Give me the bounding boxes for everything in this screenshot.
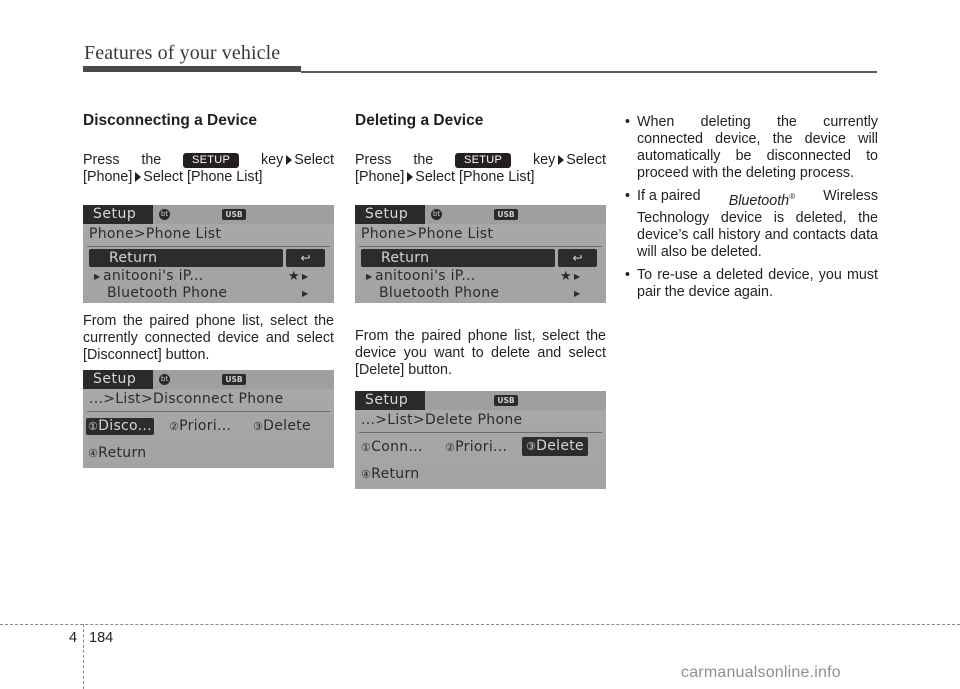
disconnect-title: Disconnecting a Device: [83, 112, 258, 129]
delete-phone-screen: Setup USB ...>List>Delete Phone ①Conn...…: [355, 391, 606, 489]
phone-step: [Phone]: [355, 169, 405, 185]
star-icon: ★: [560, 269, 572, 284]
delete-steps: Press the SETUP key Select [Phone] Select …: [355, 152, 606, 186]
usb-icon: USB: [494, 395, 518, 406]
usb-icon: USB: [222, 374, 246, 385]
select-word: Select: [566, 152, 606, 168]
page-header-title: Features of your vehicle: [84, 42, 281, 64]
disconnect-section: Disconnecting a Device Press the SETUP k…: [83, 110, 334, 186]
return-item: Return: [361, 249, 555, 267]
option-delete: ③Delete: [522, 437, 588, 456]
breadcrumb-divider: [87, 246, 330, 247]
header-rule-thin: [301, 71, 877, 73]
press-word: Press: [83, 152, 120, 168]
setup-tab: Setup: [355, 391, 425, 410]
screen-breadcrumb: Phone>Phone List: [361, 226, 494, 242]
option-return: ④Return: [361, 466, 420, 482]
setup-tab: Setup: [83, 205, 153, 224]
screen-breadcrumb: ...>List>Delete Phone: [361, 412, 523, 428]
phone-list-step: Select [Phone List]: [415, 169, 535, 185]
bullet-icon: •: [625, 188, 631, 204]
phone-list-step: Select [Phone List]: [143, 169, 263, 185]
option-disconnect: ①Disco...: [86, 418, 154, 435]
delete-title: Deleting a Device: [355, 112, 484, 129]
arrow-right-icon: [135, 172, 142, 182]
return-icon: ↩: [286, 249, 325, 267]
delete-section: Deleting a Device Press the SETUP key Sel…: [355, 110, 606, 186]
return-icon: ↩: [558, 249, 597, 267]
option-connect: ①Conn...: [361, 439, 423, 455]
option-priority: ②Priori...: [445, 439, 508, 455]
usb-icon: USB: [494, 209, 518, 220]
select-word: Select: [294, 152, 334, 168]
delete-instruction: From the paired phone list, select the d…: [355, 328, 606, 378]
disconnect-instruction: From the paired phone list, select the c…: [83, 313, 334, 363]
the-word: the: [141, 152, 162, 168]
breadcrumb-divider: [87, 411, 330, 412]
star-icon: ★: [288, 269, 300, 284]
arrow-right-icon: [286, 155, 293, 165]
press-word: Press: [355, 152, 392, 168]
arrow-right-icon: [407, 172, 414, 182]
phone-list-screen: Setup bt USB Phone>Phone List Return ↩ ▶…: [83, 205, 334, 303]
screen-breadcrumb: Phone>Phone List: [89, 226, 222, 242]
bluetooth-icon: bt: [159, 209, 170, 220]
disconnect-phone-screen: Setup bt USB ...>List>Disconnect Phone ①…: [83, 370, 334, 468]
note-item: • When deleting the currently connected d…: [625, 114, 878, 181]
bullet-icon: •: [625, 114, 631, 130]
notes-section: • When deleting the currently connected d…: [620, 114, 878, 307]
chevron-right-icon: ▶: [302, 272, 309, 281]
phone-list-screen-delete: Setup bt USB Phone>Phone List Return ↩ ▶…: [355, 205, 606, 303]
setup-tab: Setup: [83, 370, 153, 389]
notes-list: • When deleting the currently connected d…: [620, 114, 878, 301]
chevron-right-icon: ▶: [574, 272, 581, 281]
return-item: Return: [89, 249, 283, 267]
option-priority: ②Priori...: [169, 418, 232, 434]
option-return: ④Return: [88, 445, 147, 461]
footer-dashed-rule: [0, 624, 960, 625]
device-item-1: anitooni's iP...: [375, 268, 476, 284]
key-word: key: [533, 152, 556, 168]
arrow-right-icon: [558, 155, 565, 165]
header-rule-thick: [83, 66, 301, 72]
device-item-2: Bluetooth Phone: [107, 285, 228, 301]
setup-tab: Setup: [355, 205, 425, 224]
breadcrumb-divider: [359, 246, 602, 247]
bullet-icon: •: [625, 266, 631, 283]
phone-step: [Phone]: [83, 169, 133, 185]
breadcrumb-divider: [359, 432, 602, 433]
footer-dashed-divider: [83, 624, 84, 689]
chevron-right-icon: ▶: [574, 289, 581, 298]
note-item: • To re-use a deleted device, you must pa…: [625, 266, 878, 300]
bluetooth-icon: bt: [159, 374, 170, 385]
device-item-1: anitooni's iP...: [103, 268, 204, 284]
option-delete: ③Delete: [253, 418, 311, 434]
setup-key-badge: SETUP: [183, 153, 240, 168]
bluetooth-icon: bt: [431, 209, 442, 220]
the-word: the: [413, 152, 434, 168]
watermark-link[interactable]: carmanualsonline.info: [681, 664, 841, 682]
page-number: 184: [89, 630, 114, 646]
chapter-number: 4: [69, 630, 78, 646]
device-arrow-icon: ▶: [94, 272, 101, 281]
usb-icon: USB: [222, 209, 246, 220]
device-arrow-icon: ▶: [366, 272, 373, 281]
screen-breadcrumb: ...>List>Disconnect Phone: [89, 391, 284, 407]
key-word: key: [261, 152, 284, 168]
note-item: • If a paired Bluetooth® Wireless Technology…: [625, 188, 878, 260]
disconnect-steps: Press the SETUP key Select [Phone] Select …: [83, 152, 334, 186]
device-item-2: Bluetooth Phone: [379, 285, 500, 301]
chevron-right-icon: ▶: [302, 289, 309, 298]
setup-key-badge: SETUP: [455, 153, 512, 168]
